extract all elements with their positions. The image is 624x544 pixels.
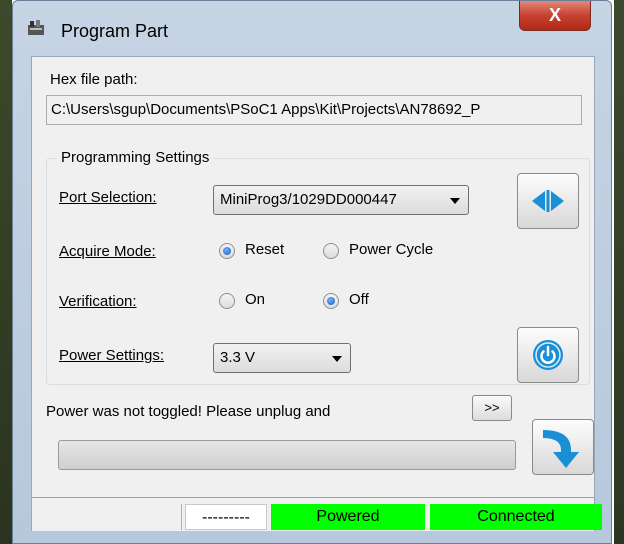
chevron-down-icon bbox=[450, 198, 460, 204]
port-selection-label: Port Selection: bbox=[59, 189, 157, 206]
power-toggle-button[interactable] bbox=[517, 327, 579, 383]
status-separator bbox=[181, 504, 182, 530]
program-part-window: Program Part X Hex file path: C:\Users\s… bbox=[12, 0, 612, 544]
programming-settings-group: Programming Settings Port Selection: Min… bbox=[46, 149, 590, 385]
expand-log-button[interactable]: >> bbox=[472, 395, 512, 421]
acquire-power-cycle-radio[interactable] bbox=[323, 243, 339, 259]
desktop-background-right bbox=[614, 0, 624, 544]
status-bar: --------- Powered Connected bbox=[32, 497, 602, 531]
status-cell-1: --------- bbox=[185, 504, 267, 530]
connected-status: Connected bbox=[430, 504, 602, 530]
app-icon bbox=[28, 20, 44, 35]
title-bar[interactable]: Program Part X bbox=[13, 1, 611, 56]
verification-on-radio[interactable] bbox=[219, 293, 235, 309]
verification-off-radio[interactable] bbox=[323, 293, 339, 309]
connect-toggle-button[interactable] bbox=[517, 173, 579, 229]
verification-label: Verification: bbox=[59, 293, 137, 310]
power-settings-label: Power Settings: bbox=[59, 347, 165, 364]
power-settings-dropdown[interactable]: 3.3 V bbox=[213, 343, 351, 373]
port-selection-dropdown[interactable]: MiniProg3/1029DD000447 bbox=[213, 185, 469, 215]
power-icon bbox=[533, 340, 563, 370]
acquire-power-cycle-label: Power Cycle bbox=[349, 241, 434, 258]
close-icon: X bbox=[548, 5, 561, 25]
connect-arrows-icon bbox=[532, 190, 564, 212]
dialog-client-area: Hex file path: C:\Users\sgup\Documents\P… bbox=[31, 56, 602, 531]
acquire-mode-label: Acquire Mode: bbox=[59, 243, 156, 260]
program-button[interactable] bbox=[532, 419, 594, 475]
acquire-reset-label: Reset bbox=[245, 241, 285, 258]
desktop-background-left bbox=[0, 0, 12, 544]
verification-off-label: Off bbox=[349, 291, 369, 308]
acquire-reset-radio[interactable] bbox=[219, 243, 235, 259]
close-button[interactable]: X bbox=[519, 1, 591, 31]
chevron-down-icon bbox=[332, 356, 342, 362]
programming-progress-bar bbox=[58, 440, 516, 470]
status-message: Power was not toggled! Please unplug and bbox=[46, 403, 331, 420]
hex-file-path-field[interactable]: C:\Users\sgup\Documents\PSoC1 Apps\Kit\P… bbox=[46, 95, 582, 125]
verification-on-label: On bbox=[245, 291, 266, 308]
window-title: Program Part bbox=[61, 21, 169, 41]
hex-file-path-label: Hex file path: bbox=[50, 71, 138, 88]
programming-settings-title: Programming Settings bbox=[57, 149, 214, 166]
power-settings-value: 3.3 V bbox=[220, 349, 256, 366]
port-selection-value: MiniProg3/1029DD000447 bbox=[220, 191, 397, 208]
program-arrow-icon bbox=[543, 430, 579, 468]
powered-status: Powered bbox=[271, 504, 425, 530]
